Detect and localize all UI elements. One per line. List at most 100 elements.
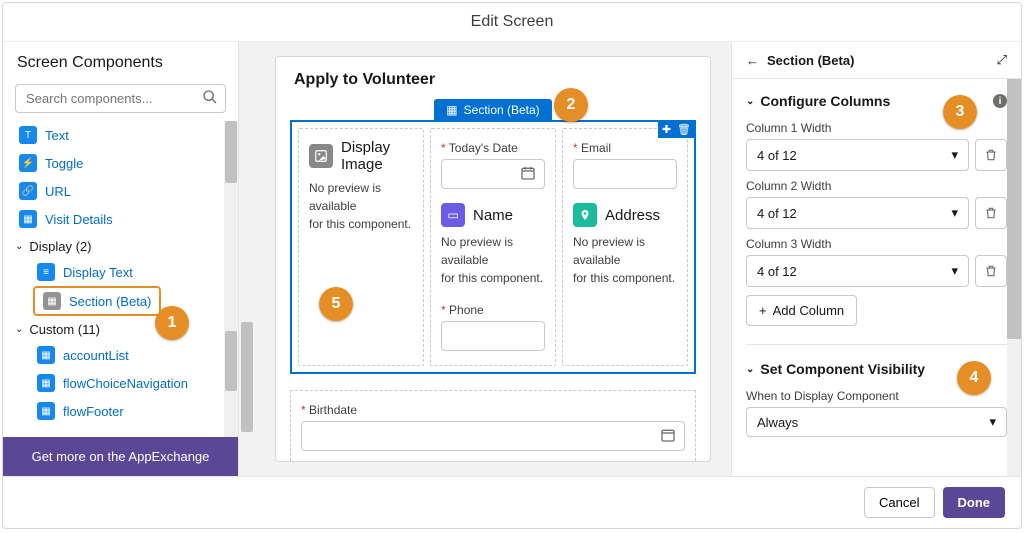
text-icon: T bbox=[19, 126, 37, 144]
component-flowchoicenav[interactable]: ▦ flowChoiceNavigation bbox=[33, 369, 232, 397]
toggle-icon: ⚡ bbox=[19, 154, 37, 172]
group-custom[interactable]: ⌄ Custom (11) bbox=[15, 316, 232, 341]
select-value: 4 of 12 bbox=[757, 148, 797, 163]
link-icon: 🔗 bbox=[19, 182, 37, 200]
callout-1: 1 bbox=[155, 306, 189, 340]
add-column-label: Add Column bbox=[773, 303, 845, 318]
phone-input[interactable] bbox=[441, 321, 545, 351]
scrollbar-thumb[interactable] bbox=[241, 322, 253, 432]
screen-title[interactable]: Apply to Volunteer bbox=[276, 57, 710, 99]
email-input[interactable] bbox=[573, 159, 677, 189]
cancel-button[interactable]: Cancel bbox=[864, 487, 934, 518]
select-value: Always bbox=[757, 415, 798, 430]
done-button[interactable]: Done bbox=[943, 487, 1006, 518]
field-label: * Birthdate bbox=[301, 403, 685, 417]
components-heading: Screen Components bbox=[3, 42, 238, 80]
search-input[interactable] bbox=[15, 84, 226, 113]
name-icon: ▭ bbox=[441, 203, 465, 227]
calendar-icon[interactable] bbox=[520, 165, 536, 184]
column-3[interactable]: * Email Address No preview is availablef bbox=[562, 128, 688, 366]
plus-icon: + bbox=[759, 303, 767, 318]
appexchange-link[interactable]: Get more on the AppExchange bbox=[3, 437, 238, 476]
delete-column-2[interactable] bbox=[975, 197, 1007, 229]
component-label: flowChoiceNavigation bbox=[63, 376, 188, 391]
scrollbar[interactable] bbox=[224, 121, 238, 437]
modal-title: Edit Screen bbox=[3, 3, 1021, 42]
section-container[interactable]: ✚ 🗑 Display Image No p bbox=[290, 120, 696, 374]
scrollbar-thumb[interactable] bbox=[1007, 79, 1021, 339]
components-panel: Screen Components T Text ⚡ Toggle 🔗 bbox=[3, 42, 239, 476]
scrollbar[interactable] bbox=[239, 42, 255, 476]
column-1[interactable]: Display Image No preview is availablefor… bbox=[298, 128, 424, 366]
custom-icon: ▦ bbox=[37, 402, 55, 420]
calendar-icon[interactable] bbox=[660, 427, 676, 446]
component-label: URL bbox=[45, 184, 71, 199]
chevron-down-icon: ▾ bbox=[951, 263, 958, 279]
component-accountlist[interactable]: ▦ accountList bbox=[33, 341, 232, 369]
component-text[interactable]: T Text bbox=[15, 121, 232, 149]
canvas: Apply to Volunteer ▦ Section (Beta) ✚ 🗑 bbox=[239, 42, 731, 476]
delete-icon[interactable]: 🗑 bbox=[677, 123, 691, 136]
chevron-down-icon: ▾ bbox=[951, 147, 958, 163]
component-label: Section (Beta) bbox=[69, 294, 151, 309]
scrollbar-thumb[interactable] bbox=[225, 121, 237, 183]
column2-width-select[interactable]: 4 of 12 ▾ bbox=[746, 197, 969, 229]
section-heading: Configure Columns bbox=[760, 93, 890, 109]
delete-column-1[interactable] bbox=[975, 139, 1007, 171]
below-section[interactable]: * Birthdate bbox=[290, 390, 696, 461]
chevron-down-icon: ⌄ bbox=[15, 324, 23, 335]
scrollbar[interactable] bbox=[1007, 79, 1021, 476]
component-visit-details[interactable]: ▦ Visit Details bbox=[15, 205, 232, 233]
component-url[interactable]: 🔗 URL bbox=[15, 177, 232, 205]
component-label: Display Text bbox=[63, 265, 133, 280]
group-display[interactable]: ⌄ Display (2) bbox=[15, 233, 232, 258]
column1-width-select[interactable]: 4 of 12 ▾ bbox=[746, 139, 969, 171]
component-label: accountList bbox=[63, 348, 129, 363]
column-2[interactable]: * Today's Date ▭ Name bbox=[430, 128, 556, 366]
component-flowfooter[interactable]: ▦ flowFooter bbox=[33, 397, 232, 425]
callout-4: 4 bbox=[957, 361, 991, 395]
field-title: Name bbox=[473, 207, 513, 224]
component-toggle[interactable]: ⚡ Toggle bbox=[15, 149, 232, 177]
scrollbar-thumb[interactable] bbox=[225, 331, 237, 391]
component-section-beta[interactable]: ▦ Section (Beta) bbox=[37, 289, 157, 313]
no-preview-text: No preview is availablefor this componen… bbox=[309, 179, 413, 233]
column3-width-select[interactable]: 4 of 12 ▾ bbox=[746, 255, 969, 287]
chevron-down-icon: ▾ bbox=[989, 414, 996, 430]
component-label: flowFooter bbox=[63, 404, 124, 419]
custom-icon: ▦ bbox=[37, 374, 55, 392]
select-value: 4 of 12 bbox=[757, 264, 797, 279]
info-icon[interactable]: i bbox=[993, 94, 1007, 108]
search-icon bbox=[202, 89, 218, 108]
prop-label: Column 2 Width bbox=[746, 179, 1007, 193]
display-text-icon: ≡ bbox=[37, 263, 55, 281]
no-preview-text: No preview is availablefor this componen… bbox=[573, 233, 677, 287]
date-input[interactable] bbox=[441, 159, 545, 189]
chevron-down-icon: ⌄ bbox=[15, 241, 23, 252]
chevron-down-icon: ▾ bbox=[951, 205, 958, 221]
component-label: Visit Details bbox=[45, 212, 113, 227]
add-column-button[interactable]: + Add Column bbox=[746, 295, 857, 326]
panel-title: Section (Beta) bbox=[767, 53, 854, 68]
field-label: * Phone bbox=[441, 303, 545, 317]
when-display-select[interactable]: Always ▾ bbox=[746, 407, 1007, 437]
image-icon bbox=[309, 144, 333, 168]
properties-panel: ← Section (Beta) ⤢ ⌄ Configure Columns i… bbox=[731, 42, 1021, 476]
field-label: * Today's Date bbox=[441, 141, 545, 155]
calendar-icon: ▦ bbox=[19, 210, 37, 228]
section-icon: ▦ bbox=[446, 103, 457, 117]
birthdate-input[interactable] bbox=[301, 421, 685, 451]
field-label: * Email bbox=[573, 141, 677, 155]
component-display-text[interactable]: ≡ Display Text bbox=[33, 258, 232, 286]
delete-column-3[interactable] bbox=[975, 255, 1007, 287]
field-title: Address bbox=[605, 207, 660, 224]
add-icon[interactable]: ✚ bbox=[662, 123, 671, 136]
chevron-down-icon: ⌄ bbox=[746, 364, 754, 375]
expand-icon[interactable]: ⤢ bbox=[997, 52, 1007, 68]
prop-label: Column 3 Width bbox=[746, 237, 1007, 251]
callout-5: 5 bbox=[319, 287, 353, 321]
back-icon[interactable]: ← bbox=[746, 53, 759, 68]
custom-icon: ▦ bbox=[37, 346, 55, 364]
location-icon bbox=[573, 203, 597, 227]
section-header-tag[interactable]: ▦ Section (Beta) bbox=[434, 99, 551, 121]
